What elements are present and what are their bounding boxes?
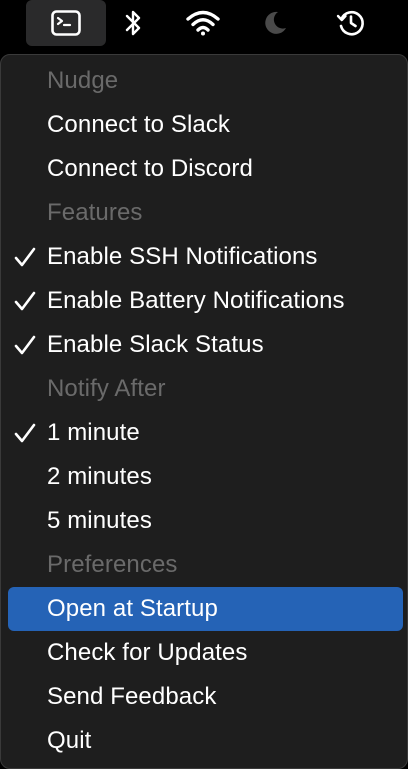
menu-item-label: Enable Battery Notifications [47,287,345,314]
time-machine-icon [336,10,364,36]
menu-item-send-feedback[interactable]: Send Feedback [8,675,403,719]
menu-item-enable-battery-notifications[interactable]: Enable Battery Notifications [8,279,403,323]
moon-icon [265,11,286,34]
menu-item-label: Quit [47,727,92,754]
wifi-menu-extra[interactable] [180,0,226,46]
menu-item-check-for-updates[interactable]: Check for Updates [8,631,403,675]
menu-item-enable-ssh-notifications[interactable]: Enable SSH Notifications [8,235,403,279]
menu-item-connect-discord[interactable]: Connect to Discord [8,147,403,191]
checkmark-icon [14,423,36,443]
menu-item-label: Send Feedback [47,683,217,710]
wifi-icon [186,10,220,36]
bluetooth-menu-extra[interactable] [115,0,151,46]
menu-item-connect-slack[interactable]: Connect to Slack [8,103,403,147]
menu-item-quit[interactable]: Quit [8,719,403,763]
dropdown-menu: Nudge Connect to Slack Connect to Discor… [0,54,408,769]
menu-bar [0,0,408,46]
menu-item-open-at-startup[interactable]: Open at Startup [8,587,403,631]
menu-item-label: 1 minute [47,419,140,446]
menu-item-1-minute[interactable]: 1 minute [8,411,403,455]
section-header-nudge: Nudge [8,59,403,103]
bluetooth-icon [125,10,141,36]
section-header-features: Features [8,191,403,235]
menu-item-enable-slack-status[interactable]: Enable Slack Status [8,323,403,367]
section-header-label: Features [47,199,143,226]
menu-item-label: Check for Updates [47,639,248,666]
section-header-notify-after: Notify After [8,367,403,411]
section-header-preferences: Preferences [8,543,403,587]
section-header-label: Nudge [47,67,119,94]
menu-item-label: Open at Startup [47,595,218,622]
menu-item-2-minutes[interactable]: 2 minutes [8,455,403,499]
checkmark-icon [14,247,36,267]
menu-item-label: Connect to Slack [47,111,231,138]
menu-item-label: 2 minutes [47,463,152,490]
time-machine-menu-extra[interactable] [330,0,372,46]
focus-menu-extra[interactable] [254,0,296,46]
section-header-label: Preferences [47,551,178,578]
screen: Nudge Connect to Slack Connect to Discor… [0,0,408,769]
menu-item-5-minutes[interactable]: 5 minutes [8,499,403,543]
menu-item-label: Enable SSH Notifications [47,243,318,270]
menu-item-label: Enable Slack Status [47,331,264,358]
checkmark-icon [14,291,36,311]
menu-item-label: Connect to Discord [47,155,253,182]
section-header-label: Notify After [47,375,166,402]
menu-item-label: 5 minutes [47,507,152,534]
terminal-icon [51,10,81,36]
checkmark-icon [14,335,36,355]
terminal-menu-extra[interactable] [26,0,106,46]
